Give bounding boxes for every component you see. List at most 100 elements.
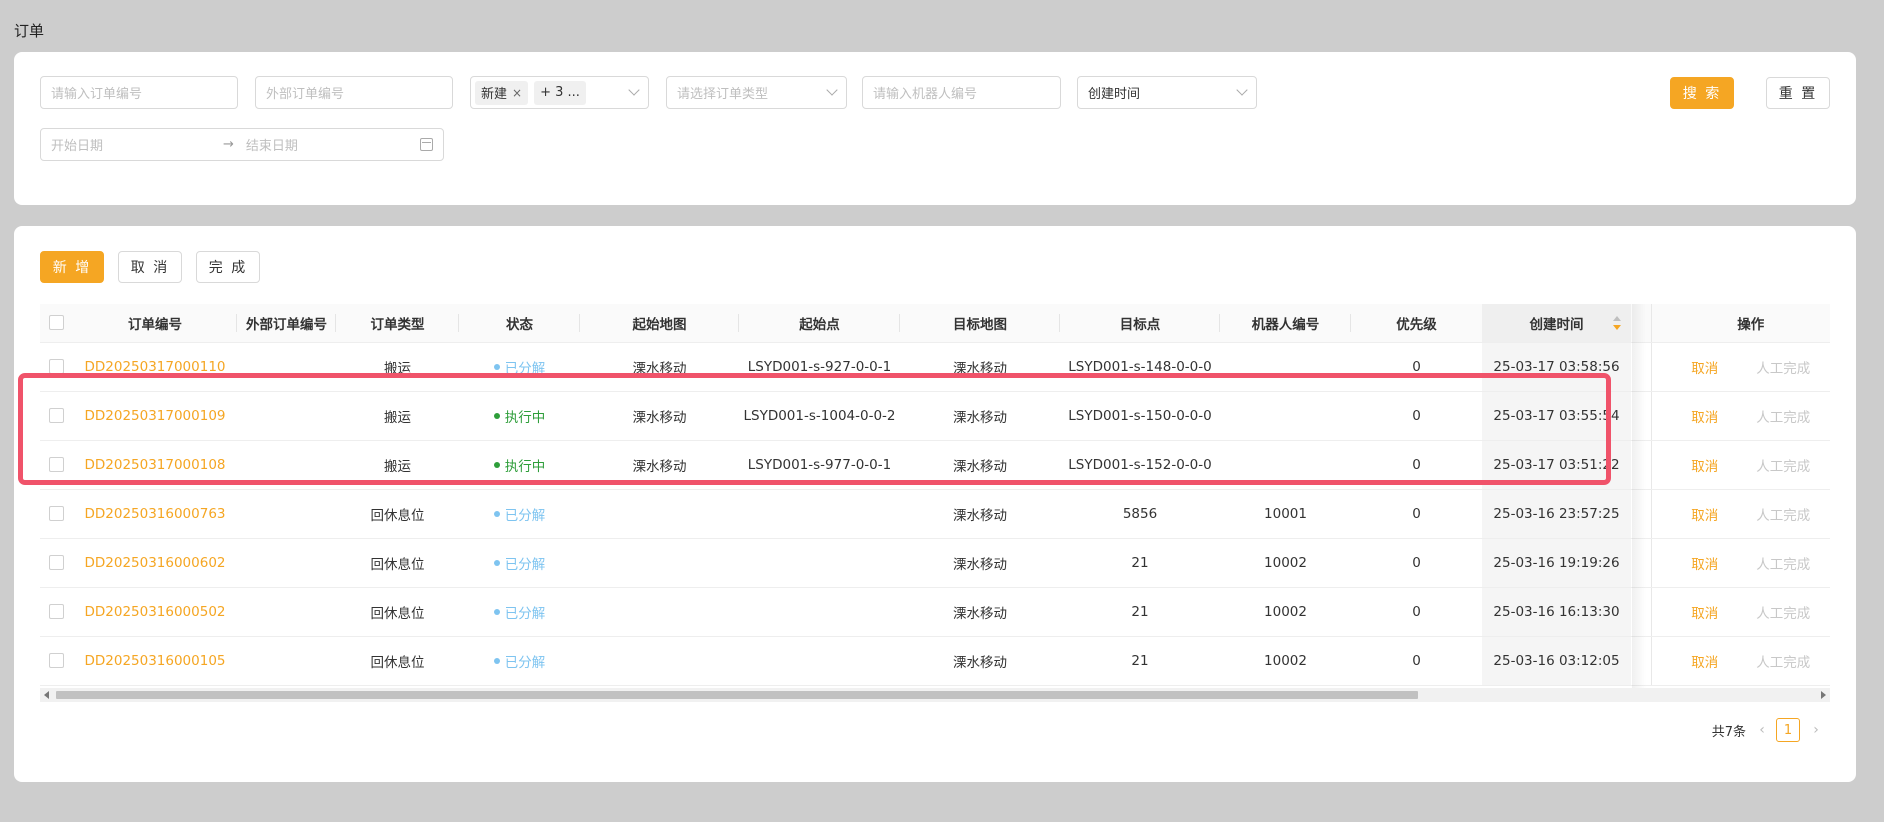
row-manual-complete-link[interactable]: 人工完成 <box>1756 508 1810 524</box>
cell-priority: 0 <box>1351 587 1482 637</box>
row-manual-complete-link[interactable]: 人工完成 <box>1756 459 1810 475</box>
order-no-link[interactable]: DD20250317000110 <box>84 359 225 375</box>
cell-order-no[interactable]: DD20250317000108 <box>73 440 237 490</box>
external-order-no-input[interactable]: 外部订单编号 <box>255 76 453 109</box>
row-checkbox[interactable] <box>49 604 64 619</box>
row-select-cell[interactable] <box>40 538 73 588</box>
row-cancel-link[interactable]: 取消 <box>1691 410 1718 426</box>
col-header-label: 机器人编号 <box>1251 316 1320 333</box>
status-multiselect[interactable]: 新建 × + 3 ... <box>470 76 649 109</box>
row-select-cell[interactable] <box>40 440 73 490</box>
status-dot-icon <box>493 510 500 517</box>
row-select-cell[interactable] <box>40 636 73 686</box>
start-date-placeholder: 开始日期 <box>51 139 104 154</box>
row-checkbox[interactable] <box>49 408 64 423</box>
order-no-link[interactable]: DD20250316000602 <box>84 555 225 571</box>
status-label: 已分解 <box>504 556 546 573</box>
row-manual-complete-link[interactable]: 人工完成 <box>1756 606 1810 622</box>
row-select-cell[interactable] <box>40 489 73 539</box>
cancel-button[interactable]: 取 消 <box>118 251 182 283</box>
cell-robot-no <box>1220 440 1351 490</box>
select-all-checkbox[interactable] <box>49 315 64 331</box>
cell-order-no[interactable]: DD20250317000109 <box>73 391 237 441</box>
filter-panel: 请输入订单编号 外部订单编号 新建 × + 3 ... 请选择订单类型 请输入机器… <box>14 52 1856 205</box>
row-cancel-link[interactable]: 取消 <box>1691 557 1718 573</box>
col-header-created[interactable]: 创建时间 <box>1482 304 1631 343</box>
cell-order-no[interactable]: DD20250316000602 <box>73 538 237 588</box>
scroll-left-icon[interactable] <box>44 691 49 699</box>
row-select-cell[interactable] <box>40 391 73 441</box>
row-cancel-link[interactable]: 取消 <box>1691 459 1718 475</box>
table-header-row: 订单编号 外部订单编号 订单类型 状态 起始地图 起始点 目标地图 目标点 机器… <box>40 304 1830 343</box>
cell-order-no[interactable]: DD20250316000763 <box>73 489 237 539</box>
status-dot-icon <box>493 461 500 468</box>
order-no-link[interactable]: DD20250317000109 <box>84 408 225 424</box>
row-checkbox[interactable] <box>49 457 64 472</box>
sort-field-select[interactable]: 创建时间 <box>1077 76 1257 109</box>
table-row[interactable]: DD20250317000110 搬运 已分解 溧水移动 LSYD001-s-927-0… <box>40 342 1830 392</box>
scrollbar-thumb[interactable] <box>56 691 1418 699</box>
cell-start-map: 溧水移动 <box>580 391 739 441</box>
cell-start-point: LSYD001-s-1004-0-0-2 <box>739 391 900 441</box>
order-no-link[interactable]: DD20250316000105 <box>84 653 225 669</box>
cell-priority: 0 <box>1351 636 1482 686</box>
status-badge: 已分解 <box>493 651 545 671</box>
order-no-link[interactable]: DD20250316000502 <box>84 604 225 620</box>
table-row[interactable]: DD20250317000108 搬运 执行中 溧水移动 LSYD001-s-977-0… <box>40 440 1830 490</box>
page-1-button[interactable]: 1 <box>1776 718 1800 742</box>
order-no-link[interactable]: DD20250316000763 <box>84 506 225 522</box>
cell-priority: 0 <box>1351 391 1482 441</box>
tag-close-icon[interactable]: × <box>512 86 522 100</box>
row-cancel-link[interactable]: 取消 <box>1691 508 1718 524</box>
status-tag-new[interactable]: 新建 × <box>475 80 529 105</box>
cell-target-point: LSYD001-s-152-0-0-0 <box>1060 440 1220 490</box>
status-badge: 执行中 <box>493 406 545 426</box>
row-select-cell[interactable] <box>40 342 73 392</box>
complete-button[interactable]: 完 成 <box>196 251 260 283</box>
order-no-link[interactable]: DD20250317000108 <box>84 457 225 473</box>
cell-order-no[interactable]: DD20250317000110 <box>73 342 237 392</box>
chevron-down-icon <box>826 84 838 96</box>
scroll-right-icon[interactable] <box>1821 691 1826 699</box>
row-manual-complete-link[interactable]: 人工完成 <box>1756 361 1810 377</box>
row-checkbox[interactable] <box>49 506 64 521</box>
robot-no-input[interactable]: 请输入机器人编号 <box>862 76 1061 109</box>
col-header-label: 创建时间 <box>1529 316 1584 333</box>
horizontal-scrollbar[interactable] <box>40 688 1830 702</box>
table-row[interactable]: DD20250316000602 回休息位 已分解 溧水移动 21 10002 0 25-03… <box>40 538 1830 588</box>
search-button[interactable]: 搜 索 <box>1670 77 1734 109</box>
order-type-select[interactable]: 请选择订单类型 <box>666 76 847 109</box>
row-cancel-link[interactable]: 取消 <box>1691 361 1718 377</box>
col-header-label: 优先级 <box>1396 316 1437 333</box>
row-manual-complete-link[interactable]: 人工完成 <box>1756 410 1810 426</box>
add-button[interactable]: 新 增 <box>40 251 104 283</box>
row-manual-complete-link[interactable]: 人工完成 <box>1756 557 1810 573</box>
table-row[interactable]: DD20250317000109 搬运 执行中 溧水移动 LSYD001-s-1004-… <box>40 391 1830 441</box>
cell-created: 25-03-17 03:55:54 <box>1482 391 1631 441</box>
select-all-cell[interactable] <box>40 304 73 343</box>
prev-page-icon[interactable]: ‹ <box>1752 722 1772 738</box>
order-no-input[interactable]: 请输入订单编号 <box>40 76 238 109</box>
row-cancel-link[interactable]: 取消 <box>1691 655 1718 671</box>
row-checkbox[interactable] <box>49 555 64 570</box>
row-select-cell[interactable] <box>40 587 73 637</box>
cell-order-no[interactable]: DD20250316000502 <box>73 587 237 637</box>
table-row[interactable]: DD20250316000502 回休息位 已分解 溧水移动 21 10002 0 25-03… <box>40 587 1830 637</box>
row-manual-complete-link[interactable]: 人工完成 <box>1756 655 1810 671</box>
row-checkbox[interactable] <box>49 359 64 374</box>
status-label: 已分解 <box>504 507 546 524</box>
cell-type: 回休息位 <box>336 587 459 637</box>
sort-icon[interactable] <box>1613 316 1621 330</box>
row-checkbox[interactable] <box>49 653 64 668</box>
date-range-picker[interactable]: 开始日期 → 结束日期 <box>40 128 444 161</box>
table-row[interactable]: DD20250316000763 回休息位 已分解 溧水移动 5856 10001 0 25-… <box>40 489 1830 539</box>
date-arrow-icon: → <box>223 137 234 152</box>
reset-button[interactable]: 重 置 <box>1766 77 1830 109</box>
status-dot-icon <box>493 559 500 566</box>
table-row[interactable]: DD20250316000105 回休息位 已分解 溧水移动 21 10002 0 25-03… <box>40 636 1830 686</box>
row-cancel-link[interactable]: 取消 <box>1691 606 1718 622</box>
cell-start-point <box>739 489 900 539</box>
cell-created: 25-03-16 03:12:05 <box>1482 636 1631 686</box>
cell-order-no[interactable]: DD20250316000105 <box>73 636 237 686</box>
next-page-icon[interactable]: › <box>1806 722 1826 738</box>
